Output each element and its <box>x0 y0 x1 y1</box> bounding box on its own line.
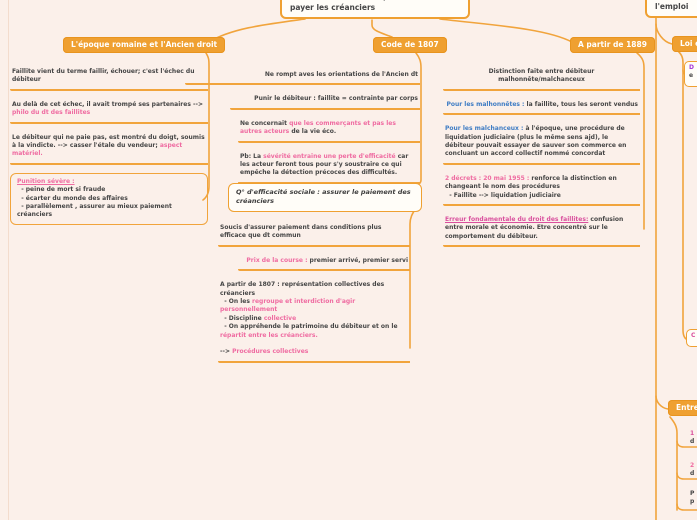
leaf-contrainte-par-corps[interactable]: Punir le débiteur : faillite = contraint… <box>230 93 420 110</box>
root-node-droit-des-faillites[interactable]: Le droit des faillites : punir le débite… <box>280 0 470 19</box>
node-question-efficacite-sociale[interactable]: Q° d'efficacité sociale : assurer le pai… <box>228 183 422 212</box>
leaf-pour-les-malhonnetes[interactable]: Pour les malhonnêtes : la faillite, tous… <box>443 99 640 116</box>
leaf-fragment-1[interactable]: 1 d <box>690 430 694 447</box>
leaf-commercants-seulement[interactable]: Ne concernait que les commerçants et pas… <box>238 118 420 143</box>
group-epoque-romaine: Faillite vient du terme faillir, échouer… <box>10 66 208 225</box>
leaf-erreur-fondamentale[interactable]: Erreur fondamentale du droit des faillit… <box>443 214 640 248</box>
leaf-ne-rompt-pas[interactable]: Ne rompt aves les orientations de l'Anci… <box>185 69 420 86</box>
leaf-vindicte[interactable]: Le débiteur qui ne paie pas, est montré … <box>10 132 208 165</box>
node-clipped-top[interactable]: D e <box>684 61 697 87</box>
leaf-representation-collective[interactable]: A partir de 1807 : représentation collec… <box>218 279 410 363</box>
group-code-1807-bottom: Soucis d'assurer paiement dans condition… <box>218 222 410 363</box>
group-a-partir-1889: Distinction faite entre débiteur malhonn… <box>443 66 640 248</box>
leaf-faillite-terme[interactable]: Faillite vient du terme faillir, échouer… <box>10 66 208 91</box>
leaf-pour-les-malchanceux[interactable]: Pour les malchanceux : à l'époque, une p… <box>443 123 640 165</box>
branch-a-partir-1889[interactable]: A partir de 1889 <box>570 37 655 53</box>
branch-entre[interactable]: Entre <box>668 400 697 416</box>
branch-loi-et[interactable]: Loi et <box>672 36 697 52</box>
leaf-fragment-3[interactable]: P p <box>690 490 694 507</box>
leaf-trompe-partenaires[interactable]: Au delà de cet échec, il avait trompé se… <box>10 99 208 124</box>
leaf-fragment-2[interactable]: 2 d <box>690 462 694 479</box>
leaf-soucis-paiement[interactable]: Soucis d'assurer paiement dans condition… <box>218 222 410 247</box>
leaf-punition-severe[interactable]: Punition sévère : - peine de mort si fra… <box>10 172 208 225</box>
group-code-1807-top: Ne rompt aves les orientations de l'Anci… <box>185 69 420 184</box>
leaf-prix-de-la-course[interactable]: Prix de la course : premier arrivé, prem… <box>238 255 410 272</box>
leaf-deux-decrets-1955[interactable]: 2 décrets : 20 mai 1955 : renforce la di… <box>443 173 640 206</box>
branch-code-1807[interactable]: Code de 1807 <box>373 37 447 53</box>
mindmap-canvas: Le droit des faillites : punir le débite… <box>0 0 697 520</box>
branch-epoque-romaine[interactable]: L'époque romaine et l'Ancien droit <box>63 37 226 53</box>
leaf-distinction-debiteur[interactable]: Distinction faite entre débiteur malhonn… <box>443 66 640 91</box>
root-node-droit-emploi[interactable]: Le droit d l'emploi <box>645 0 697 18</box>
panel-edge-divider <box>8 0 9 520</box>
node-clipped-mid[interactable]: C <box>686 329 697 347</box>
leaf-severite-efficacite[interactable]: Pb: La sévérité entraine une perte d'eff… <box>238 151 420 184</box>
